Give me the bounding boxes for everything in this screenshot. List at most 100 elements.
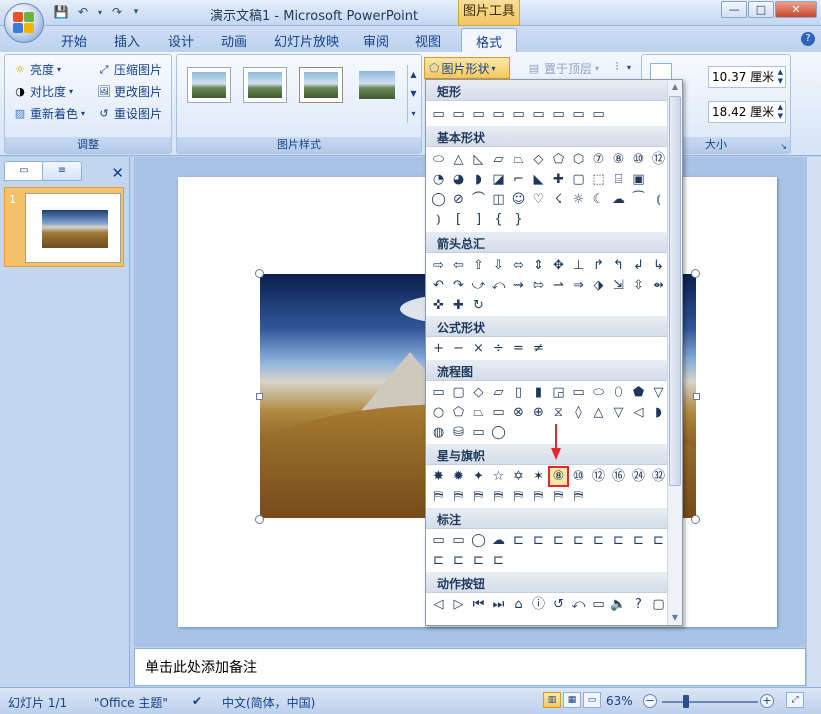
resize-handle-bottom-left[interactable] <box>255 515 264 524</box>
bring-to-front-button[interactable]: ▤ 置于顶层 ▾ <box>527 60 599 77</box>
flow-3-shape-1-icon[interactable]: ◍ <box>429 423 448 442</box>
callout-1-shape-4-icon[interactable]: ☁ <box>489 531 508 550</box>
arrow-2-shape-2-icon[interactable]: ↷ <box>449 276 468 295</box>
callout-1-shape-10-icon[interactable]: ⊏ <box>609 531 628 550</box>
rect-shapes-shape-3-icon[interactable]: ▭ <box>469 105 488 124</box>
arrow-3-shape-3-icon[interactable]: ↻ <box>469 296 488 315</box>
flow-2-shape-1-icon[interactable]: ○ <box>429 403 448 422</box>
basic-2-shape-6-icon[interactable]: ◣ <box>529 170 548 189</box>
undo-dropdown-icon[interactable]: ▾ <box>96 4 104 20</box>
basic-1-shape-3-icon[interactable]: ◺ <box>469 150 488 169</box>
fit-to-window-button[interactable]: ⤢ <box>786 692 804 708</box>
equation-shape-4-icon[interactable]: ÷ <box>489 339 508 358</box>
basic-3-shape-12-icon[interactable]: ⦅ <box>649 190 668 209</box>
gallery-scroll-up-icon[interactable]: ▲ <box>668 80 682 94</box>
action-shape-11-icon[interactable]: ? <box>629 595 648 614</box>
arrow-1-shape-7-icon[interactable]: ✥ <box>549 256 568 275</box>
arrow-1-shape-9-icon[interactable]: ↱ <box>589 256 608 275</box>
tab-insert[interactable]: 插入 <box>114 31 140 50</box>
picture-style-3[interactable] <box>299 67 343 103</box>
basic-2-shape-4-icon[interactable]: ◪ <box>489 170 508 189</box>
rect-shapes-shape-1-icon[interactable]: ▭ <box>429 105 448 124</box>
stars-2-shape-7-icon[interactable]: ⛿ <box>549 487 568 506</box>
arrow-1-shape-3-icon[interactable]: ⇧ <box>469 256 488 275</box>
customize-qat-icon[interactable]: ▾ <box>130 4 142 20</box>
stars-1-shape-4-icon[interactable]: ☆ <box>489 467 508 486</box>
basic-2-shape-2-icon[interactable]: ◕ <box>449 170 468 189</box>
callout-1-shape-11-icon[interactable]: ⊏ <box>629 531 648 550</box>
height-field[interactable]: 10.37 厘米 ▲ ▼ <box>708 66 786 88</box>
callout-1-shape-9-icon[interactable]: ⊏ <box>589 531 608 550</box>
redo-icon[interactable]: ↷ <box>108 4 126 20</box>
basic-4-shape-2-icon[interactable]: [ <box>449 210 468 229</box>
stars-1-shape-9-icon[interactable]: ⑫ <box>589 467 608 486</box>
flow-1-shape-5-icon[interactable]: ▯ <box>509 383 528 402</box>
stars-1-shape-5-icon[interactable]: ✡ <box>509 467 528 486</box>
basic-2-shape-9-icon[interactable]: ⬚ <box>589 170 608 189</box>
stars-2-shape-8-icon[interactable]: ⛿ <box>569 487 588 506</box>
zoom-slider-thumb[interactable] <box>683 695 689 708</box>
callout-1-shape-6-icon[interactable]: ⊏ <box>529 531 548 550</box>
basic-3-shape-3-icon[interactable]: ⌒ <box>469 190 488 209</box>
undo-icon[interactable]: ↶ <box>74 4 92 20</box>
action-shape-2-icon[interactable]: ▷ <box>449 595 468 614</box>
rect-shapes-shape-2-icon[interactable]: ▭ <box>449 105 468 124</box>
callout-1-shape-7-icon[interactable]: ⊏ <box>549 531 568 550</box>
callout-1-shape-12-icon[interactable]: ⊏ <box>649 531 668 550</box>
flow-1-shape-1-icon[interactable]: ▭ <box>429 383 448 402</box>
flow-1-shape-8-icon[interactable]: ▭ <box>569 383 588 402</box>
stars-2-shape-1-icon[interactable]: ⛿ <box>429 487 448 506</box>
basic-1-shape-5-icon[interactable]: ⏢ <box>509 150 528 169</box>
size-dialog-launcher-icon[interactable]: ↘ <box>780 142 787 151</box>
basic-1-shape-1-icon[interactable]: ⬭ <box>429 150 448 169</box>
stars-1-shape-8-icon[interactable]: ⑩ <box>569 467 588 486</box>
flow-2-shape-3-icon[interactable]: ⏢ <box>469 403 488 422</box>
basic-1-shape-10-icon[interactable]: ⑧ <box>609 150 628 169</box>
change-picture-button[interactable]: 🖼 更改图片 <box>97 83 162 100</box>
tab-slides[interactable]: ▭ <box>4 161 44 181</box>
basic-2-shape-8-icon[interactable]: ▢ <box>569 170 588 189</box>
arrow-1-shape-5-icon[interactable]: ⬄ <box>509 256 528 275</box>
stars-2-shape-6-icon[interactable]: ⛿ <box>529 487 548 506</box>
tab-animation[interactable]: 动画 <box>221 31 247 50</box>
basic-3-shape-11-icon[interactable]: ⁀ <box>629 190 648 209</box>
basic-4-shape-4-icon[interactable]: { <box>489 210 508 229</box>
basic-3-shape-2-icon[interactable]: ⊘ <box>449 190 468 209</box>
resize-handle-bottom-right[interactable] <box>691 515 700 524</box>
basic-1-shape-2-icon[interactable]: △ <box>449 150 468 169</box>
callout-2-shape-2-icon[interactable]: ⊏ <box>449 551 468 570</box>
maximize-button[interactable]: □ <box>748 1 774 18</box>
flow-3-shape-3-icon[interactable]: ▭ <box>469 423 488 442</box>
action-shape-10-icon[interactable]: 🔈 <box>609 595 628 614</box>
zoom-slider-track[interactable] <box>662 701 758 703</box>
flow-1-shape-3-icon[interactable]: ◇ <box>469 383 488 402</box>
flow-2-shape-12-icon[interactable]: ◗ <box>649 403 668 422</box>
reset-picture-button[interactable]: ↺ 重设图片 <box>97 105 162 122</box>
tab-outline[interactable]: ≡ <box>42 161 82 181</box>
callout-1-shape-8-icon[interactable]: ⊏ <box>569 531 588 550</box>
zoom-level[interactable]: 63% <box>606 694 633 708</box>
flow-2-shape-10-icon[interactable]: ▽ <box>609 403 628 422</box>
arrow-3-shape-1-icon[interactable]: ✜ <box>429 296 448 315</box>
equation-shape-3-icon[interactable]: × <box>469 339 488 358</box>
basic-2-shape-10-icon[interactable]: ⌸ <box>609 170 628 189</box>
basic-4-shape-1-icon[interactable]: ⦆ <box>429 210 448 229</box>
arrow-2-shape-10-icon[interactable]: ⇲ <box>609 276 628 295</box>
flow-2-shape-9-icon[interactable]: △ <box>589 403 608 422</box>
flow-2-shape-2-icon[interactable]: ⬠ <box>449 403 468 422</box>
arrow-1-shape-6-icon[interactable]: ⇕ <box>529 256 548 275</box>
callout-2-shape-1-icon[interactable]: ⊏ <box>429 551 448 570</box>
arrow-1-shape-8-icon[interactable]: ⊥ <box>569 256 588 275</box>
arrow-2-shape-4-icon[interactable]: ⤺ <box>489 276 508 295</box>
equation-shape-6-icon[interactable]: ≠ <box>529 339 548 358</box>
minimize-button[interactable]: — <box>721 1 747 18</box>
action-shape-12-icon[interactable]: ▢ <box>649 595 668 614</box>
help-icon[interactable]: ? <box>801 32 815 46</box>
flow-2-shape-6-icon[interactable]: ⊕ <box>529 403 548 422</box>
basic-1-shape-11-icon[interactable]: ⑩ <box>629 150 648 169</box>
zoom-out-button[interactable]: − <box>643 694 657 708</box>
callout-2-shape-4-icon[interactable]: ⊏ <box>489 551 508 570</box>
arrow-1-shape-4-icon[interactable]: ⇩ <box>489 256 508 275</box>
basic-3-shape-10-icon[interactable]: ☁ <box>609 190 628 209</box>
arrow-1-shape-2-icon[interactable]: ⇦ <box>449 256 468 275</box>
